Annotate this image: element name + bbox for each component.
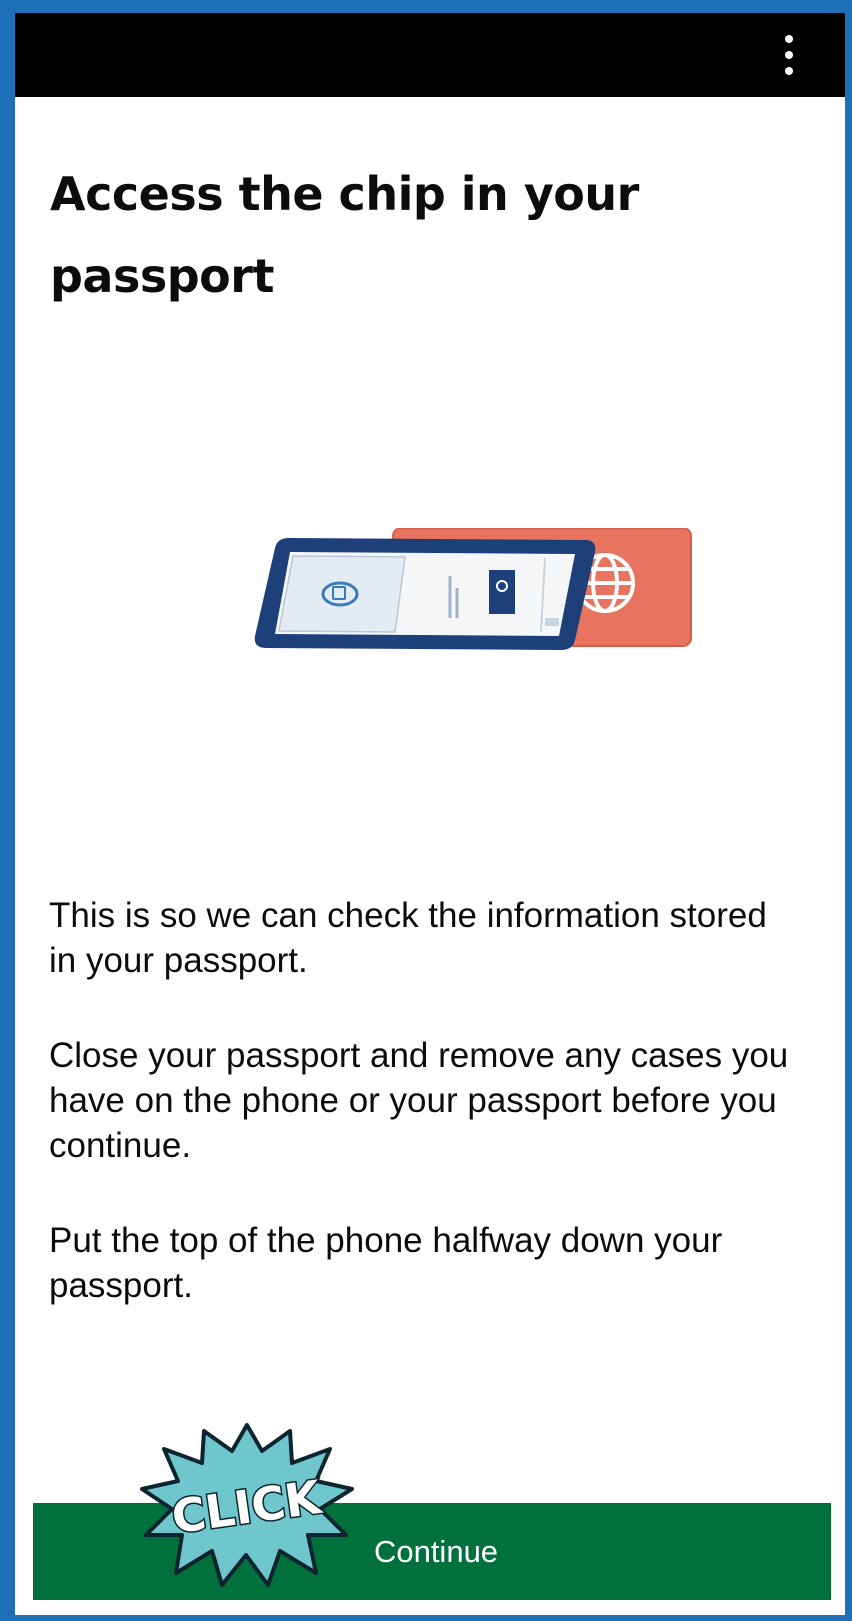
phone-on-passport-illustration <box>254 528 692 650</box>
intro-paragraph: This is so we can check the information … <box>49 896 767 980</box>
click-burst-sticker: CLICK <box>140 1423 354 1587</box>
more-vertical-icon[interactable] <box>781 35 797 75</box>
instructions-paragraph: Close your passport and remove any cases… <box>49 1036 789 1165</box>
page-title: Access the chip in your passport <box>50 167 639 303</box>
app-screen: Access the chip in your passport This is… <box>15 13 845 1615</box>
top-bar <box>15 13 845 97</box>
phone-shape <box>254 538 596 650</box>
placement-paragraph: Put the top of the phone halfway down yo… <box>49 1221 723 1305</box>
continue-label: Continue <box>373 1533 499 1569</box>
